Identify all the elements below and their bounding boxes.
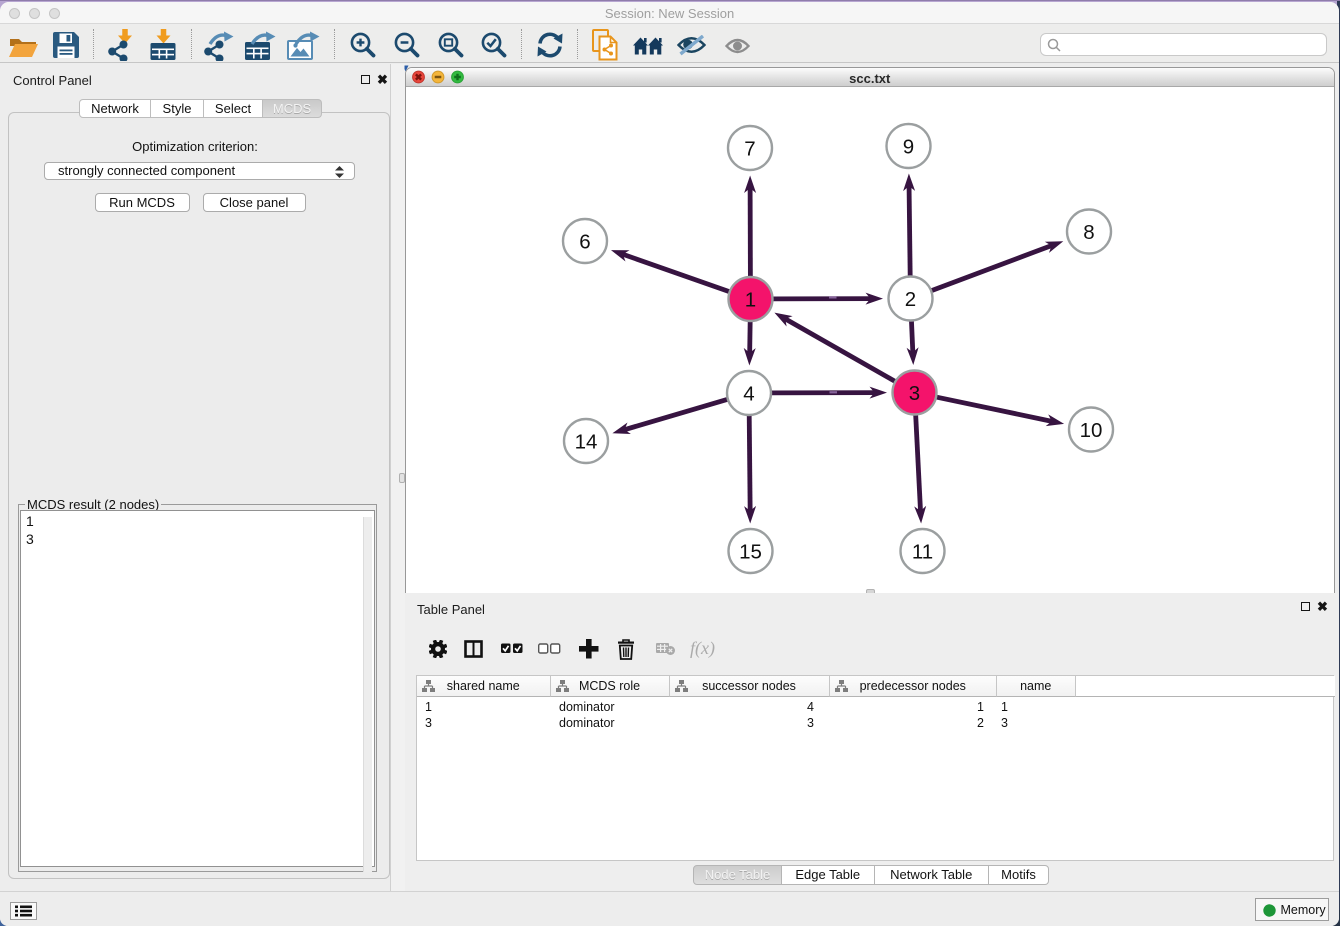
svg-text:3: 3 [909,382,920,405]
svg-text:1: 1 [745,288,756,311]
svg-text:4: 4 [743,382,754,405]
svg-text:15: 15 [739,540,762,563]
svg-text:10: 10 [1080,419,1103,442]
svg-text:7: 7 [744,137,755,160]
svg-text:6: 6 [579,230,590,253]
svg-text:9: 9 [903,135,914,158]
svg-text:8: 8 [1083,221,1094,244]
svg-text:14: 14 [575,430,598,453]
svg-text:11: 11 [912,540,933,563]
svg-text:2: 2 [905,288,916,311]
